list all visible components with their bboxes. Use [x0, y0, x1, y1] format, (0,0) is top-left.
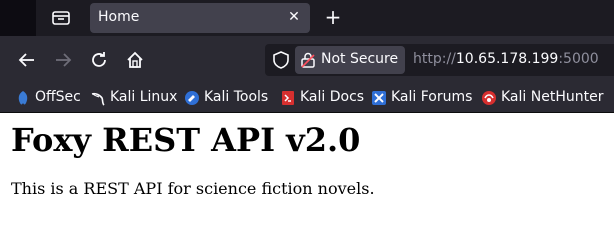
tab-strip-left: [0, 0, 36, 36]
bookmark-label: Kali Tools: [204, 89, 269, 105]
page-title: Foxy REST API v2.0: [11, 121, 361, 159]
kali-tools-icon: [184, 90, 200, 106]
kali-nethunter-icon: [481, 90, 497, 106]
nav-bar: Not Secure http://10.65.178.199:5000: [0, 36, 614, 84]
security-indicator[interactable]: Not Secure: [295, 46, 405, 74]
reload-button[interactable]: [88, 49, 110, 71]
kali-dragon-icon: [90, 90, 106, 106]
url-host: 10.65.178.199: [455, 51, 559, 67]
url-scheme: http://: [413, 51, 456, 67]
bookmark-label: OffSec: [35, 89, 81, 105]
security-label: Not Secure: [321, 51, 399, 67]
home-button[interactable]: [124, 49, 146, 71]
back-button[interactable]: [16, 49, 38, 71]
bookmark-label: Kali Docs: [300, 89, 365, 105]
tracking-protection-shield-icon[interactable]: [273, 51, 289, 69]
tab-bar: Home ✕ +: [0, 0, 614, 36]
back-arrow-icon: [18, 53, 34, 67]
forward-button[interactable]: [52, 49, 74, 71]
tab-close-icon[interactable]: ✕: [286, 9, 302, 25]
home-icon: [127, 51, 143, 68]
url-port: :5000: [558, 51, 599, 67]
tab-overview-icon[interactable]: [50, 8, 72, 28]
kali-docs-icon: [280, 90, 296, 106]
tab-home[interactable]: Home ✕: [90, 3, 310, 33]
tab-title: Home: [98, 9, 140, 25]
page-description: This is a REST API for science fiction n…: [11, 179, 375, 198]
url-text[interactable]: http://10.65.178.199:5000: [413, 51, 599, 67]
bookmark-label: Kali Forums: [391, 89, 473, 105]
bookmark-label: Kali Linux: [110, 89, 178, 105]
forward-arrow-icon: [56, 53, 72, 67]
bookmark-label: Kali NetHunter: [501, 89, 604, 105]
insecure-lock-icon: [301, 52, 315, 68]
new-tab-button[interactable]: +: [322, 6, 344, 28]
url-bar[interactable]: Not Secure http://10.65.178.199:5000: [265, 44, 614, 76]
page-content: Foxy REST API v2.0 This is a REST API fo…: [0, 113, 614, 243]
offsec-icon: [15, 90, 31, 106]
reload-icon: [92, 52, 106, 67]
kali-forums-icon: [371, 90, 387, 106]
bookmarks-toolbar: OffSec Kali Linux Kali Tools Kali Docs K…: [0, 84, 614, 113]
